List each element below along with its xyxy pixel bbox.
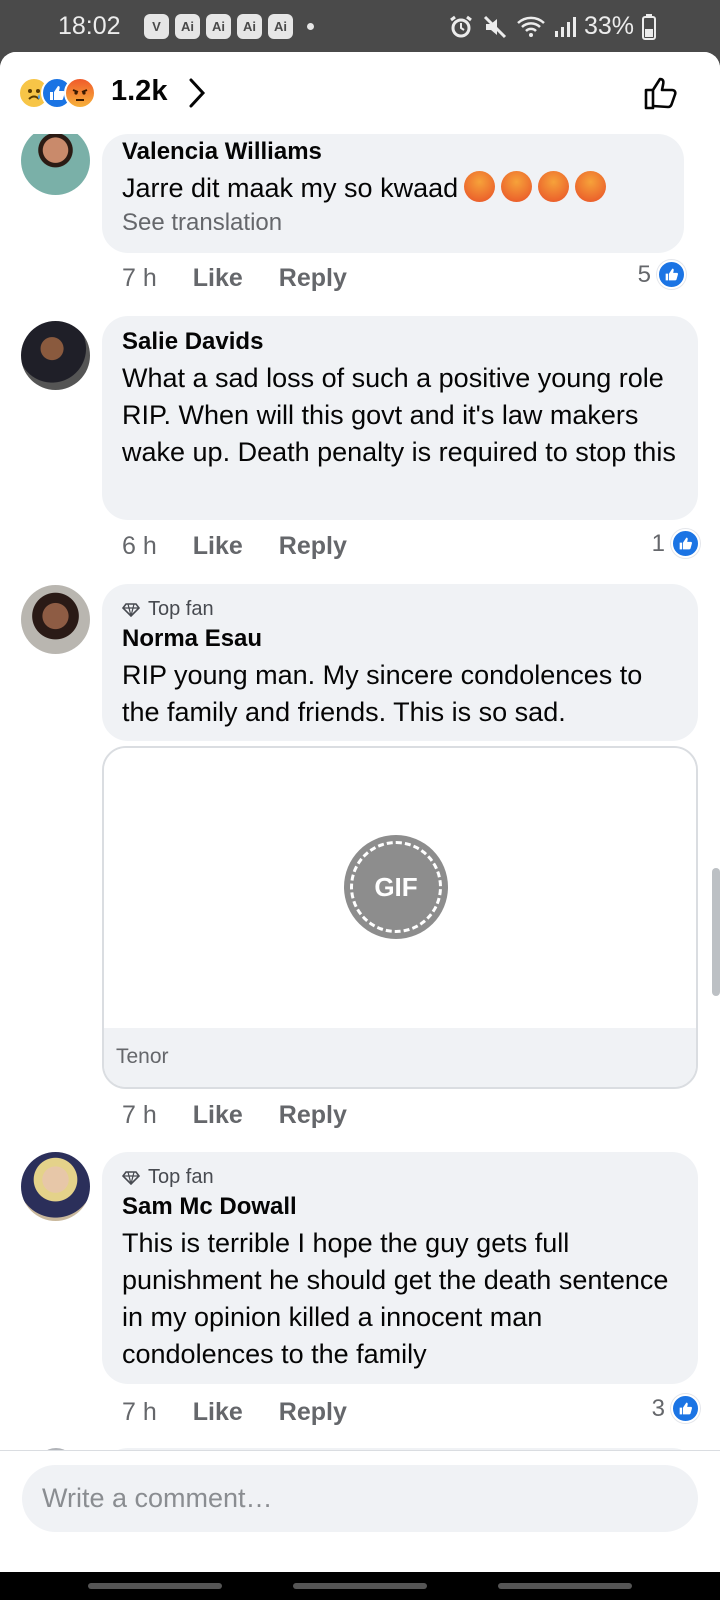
comment-text: Jarre dit maak my so kwaad bbox=[122, 170, 664, 207]
comment-time: 7 h bbox=[122, 1398, 157, 1426]
comment-bubble: Salie Davids What a sad loss of such a p… bbox=[102, 316, 698, 520]
gif-preview[interactable]: GIF bbox=[104, 748, 696, 1028]
like-count-value: 1 bbox=[651, 529, 665, 557]
reply-button[interactable]: Reply bbox=[279, 1101, 347, 1130]
reactions-header: 1.2k bbox=[0, 52, 720, 134]
comment-actions: 6 h Like Reply bbox=[122, 532, 347, 561]
nav-home-handle[interactable] bbox=[293, 1583, 427, 1589]
comment-actions: 7 h Like Reply bbox=[122, 1398, 347, 1427]
comment-text: What a sad loss of such a positive young… bbox=[122, 363, 676, 467]
comment-composer bbox=[0, 1450, 720, 1572]
avatar[interactable] bbox=[21, 321, 90, 390]
reply-button[interactable]: Reply bbox=[279, 1398, 347, 1427]
see-translation-link[interactable]: See translation bbox=[122, 209, 664, 237]
comment-text: RIP young man. My sincere condolences to… bbox=[122, 660, 643, 727]
reply-button[interactable]: Reply bbox=[279, 264, 347, 293]
status-bar: 18:02 V Ai Ai Ai Ai 33% bbox=[0, 0, 720, 52]
avatar[interactable] bbox=[21, 126, 90, 195]
comment-time: 7 h bbox=[122, 1101, 157, 1129]
top-fan-label: Top fan bbox=[148, 598, 214, 620]
angry-reaction-icon bbox=[64, 77, 96, 109]
reaction-count[interactable]: 1.2k bbox=[111, 75, 167, 108]
wifi-icon bbox=[517, 16, 545, 37]
scrollbar[interactable] bbox=[712, 868, 720, 996]
notification-app-icon: Ai bbox=[206, 14, 231, 39]
reply-button[interactable]: Reply bbox=[279, 532, 347, 561]
comment-actions: 7 h Like Reply bbox=[122, 1101, 347, 1130]
angry-emoji-icon bbox=[501, 171, 533, 202]
notification-icons: V Ai Ai Ai Ai bbox=[144, 14, 314, 39]
like-button[interactable]: Like bbox=[193, 264, 243, 293]
gif-attachment[interactable]: GIF Tenor bbox=[102, 746, 698, 1089]
comment-text: This is terrible I hope the guy gets ful… bbox=[122, 1228, 669, 1369]
top-fan-badge: Top fan bbox=[122, 598, 678, 621]
comment-text-content: Jarre dit maak my so kwaad bbox=[122, 173, 459, 203]
system-nav-bar bbox=[0, 1572, 720, 1600]
comment-time: 7 h bbox=[122, 264, 157, 292]
angry-emoji-icon bbox=[464, 171, 496, 202]
like-button[interactable]: Like bbox=[193, 532, 243, 561]
mute-icon bbox=[483, 15, 507, 38]
gif-source: Tenor bbox=[104, 1028, 696, 1087]
diamond-icon bbox=[122, 602, 140, 617]
comments-sheet: 1.2k Valencia Williams Jarre dit maak my… bbox=[0, 52, 720, 1572]
commenter-name[interactable]: Norma Esau bbox=[122, 625, 678, 653]
notification-app-icon: V bbox=[144, 14, 169, 39]
like-button[interactable]: Like bbox=[193, 1101, 243, 1130]
commenter-name[interactable]: Valencia Williams bbox=[122, 138, 664, 166]
alarm-icon bbox=[450, 15, 472, 37]
comment-time: 6 h bbox=[122, 532, 157, 560]
commenter-name[interactable]: Sam Mc Dowall bbox=[122, 1193, 678, 1221]
nav-recents-handle[interactable] bbox=[88, 1583, 222, 1589]
chevron-right-icon[interactable] bbox=[186, 76, 208, 110]
signal-icon bbox=[554, 16, 576, 37]
angry-emoji-icon bbox=[538, 171, 570, 202]
like-badge-icon bbox=[671, 529, 700, 558]
status-right: 33% bbox=[448, 12, 656, 41]
comment-like-count[interactable]: 1 bbox=[652, 529, 700, 558]
angry-emoji-icon bbox=[575, 171, 607, 202]
gif-badge-label: GIF bbox=[374, 871, 418, 902]
avatar[interactable] bbox=[21, 1152, 90, 1221]
nav-back-handle[interactable] bbox=[498, 1583, 632, 1589]
status-time: 18:02 bbox=[58, 12, 121, 40]
like-badge-icon bbox=[671, 1394, 700, 1423]
avatar[interactable] bbox=[21, 585, 90, 654]
commenter-name[interactable]: Salie Davids bbox=[122, 328, 678, 356]
comment-bubble: Top fan Norma Esau RIP young man. My sin… bbox=[102, 584, 698, 741]
reactions-summary[interactable] bbox=[18, 77, 96, 109]
comment-like-count[interactable]: 3 bbox=[652, 1394, 700, 1423]
comment-bubble: Top fan Sam Mc Dowall This is terrible I… bbox=[102, 1152, 698, 1384]
top-fan-badge: Top fan bbox=[122, 1166, 678, 1189]
top-fan-label: Top fan bbox=[148, 1166, 214, 1188]
like-button[interactable]: Like bbox=[193, 1398, 243, 1427]
comment-input[interactable] bbox=[22, 1465, 698, 1532]
comment-actions: 7 h Like Reply bbox=[122, 264, 347, 293]
more-notifications-dot-icon bbox=[307, 23, 314, 30]
comment-like-count[interactable]: 5 bbox=[638, 260, 686, 289]
gif-icon: GIF bbox=[344, 835, 448, 939]
battery-icon bbox=[642, 13, 656, 40]
notification-app-icon: Ai bbox=[268, 14, 293, 39]
notification-app-icon: Ai bbox=[237, 14, 262, 39]
like-post-button[interactable] bbox=[642, 74, 680, 112]
like-badge-icon bbox=[657, 260, 686, 289]
like-count-value: 3 bbox=[651, 1394, 665, 1422]
diamond-icon bbox=[122, 1170, 140, 1185]
comment-bubble: Valencia Williams Jarre dit maak my so k… bbox=[102, 134, 684, 253]
notification-app-icon: Ai bbox=[175, 14, 200, 39]
like-count-value: 5 bbox=[637, 260, 651, 288]
battery-percent: 33% bbox=[583, 12, 634, 40]
